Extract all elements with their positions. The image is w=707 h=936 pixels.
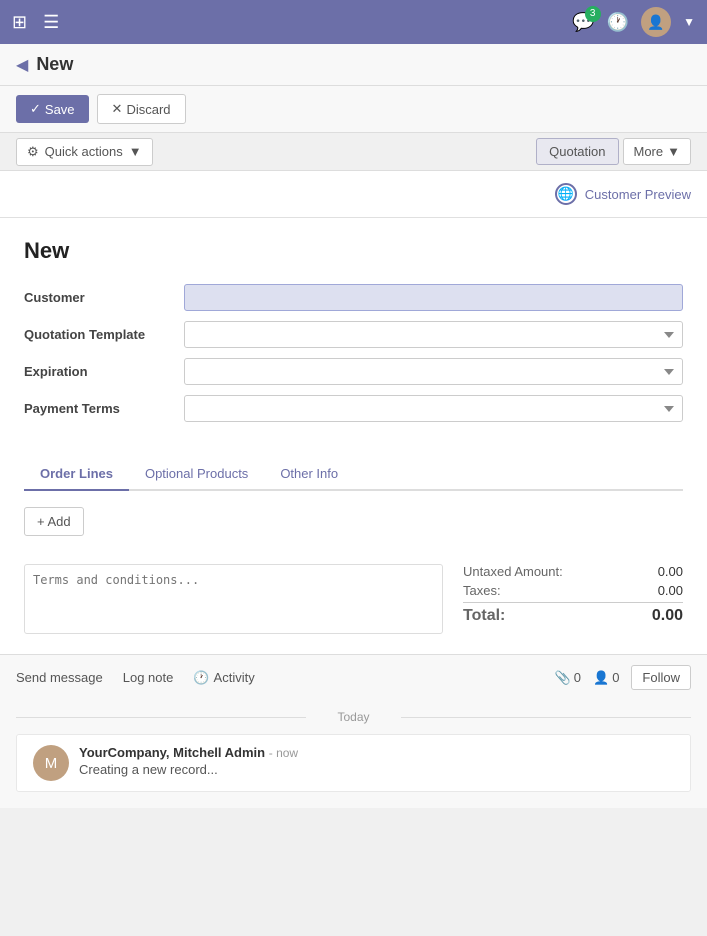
quick-actions-button[interactable]: ⚙ Quick actions ▼ (16, 138, 153, 166)
message-author: YourCompany, Mitchell Admin (79, 745, 265, 760)
globe-icon: 🌐 (555, 183, 577, 205)
customer-input[interactable] (184, 284, 683, 311)
discard-label: Discard (126, 102, 170, 117)
main-content: 🌐 Customer Preview New Customer Quotatio… (0, 171, 707, 654)
message-item: M YourCompany, Mitchell Admin - now Crea… (16, 734, 691, 792)
log-note-button[interactable]: Log note (123, 670, 174, 685)
expiration-select[interactable] (184, 358, 683, 385)
customer-preview-bar: 🌐 Customer Preview (0, 171, 707, 218)
payment-terms-row: Payment Terms (24, 395, 683, 422)
timeline-today: Today (16, 700, 691, 734)
save-button[interactable]: ✓ Save (16, 95, 89, 123)
taxes-value: 0.00 (633, 583, 683, 598)
quotation-status-button[interactable]: Quotation (536, 138, 618, 165)
statusbar-left: ⚙ Quick actions ▼ (16, 138, 153, 166)
send-message-label: Send message (16, 670, 103, 685)
payment-terms-label: Payment Terms (24, 401, 184, 416)
more-button[interactable]: More ▼ (623, 138, 692, 165)
paperclip-icon: 📎 (555, 670, 571, 686)
quick-actions-label: Quick actions (45, 144, 123, 159)
attachments-count: 📎 0 (555, 670, 581, 686)
tab-order-lines[interactable]: Order Lines (24, 458, 129, 491)
add-button[interactable]: + Add (24, 507, 84, 536)
notification-badge: 3 (585, 6, 601, 22)
discard-x-icon: ✕ (112, 101, 123, 117)
more-arrow-icon: ▼ (667, 144, 680, 159)
discard-button[interactable]: ✕ Discard (97, 94, 186, 124)
quotation-template-label: Quotation Template (24, 327, 184, 342)
expiration-label: Expiration (24, 364, 184, 379)
form-title: New (24, 238, 683, 264)
apps-icon[interactable]: ⊞ (12, 12, 27, 33)
total-label: Total: (463, 607, 505, 625)
activity-clock-icon: 🕐 (193, 670, 209, 686)
tab-other-info[interactable]: Other Info (264, 458, 354, 491)
total-value: 0.00 (633, 607, 683, 625)
quick-actions-arrow: ▼ (129, 144, 142, 159)
followers-count: 👤 0 (593, 670, 619, 686)
statusbar-right: Quotation More ▼ (536, 138, 691, 165)
gear-icon: ⚙ (27, 144, 39, 160)
activity-label: Activity (214, 670, 255, 685)
taxes-label: Taxes: (463, 583, 501, 598)
customer-preview-button[interactable]: 🌐 Customer Preview (555, 183, 691, 205)
statusbar: ⚙ Quick actions ▼ Quotation More ▼ (0, 133, 707, 171)
clock-icon[interactable]: 🕐 (607, 12, 629, 33)
chatter-bar: Send message Log note 🕐 Activity 📎 0 👤 0… (0, 654, 707, 700)
actionbar: ✓ Save ✕ Discard (0, 86, 707, 133)
quotation-template-row: Quotation Template (24, 321, 683, 348)
payment-terms-select[interactable] (184, 395, 683, 422)
taxes-row: Taxes: 0.00 (463, 583, 683, 598)
message-text: Creating a new record... (79, 762, 674, 777)
customer-row: Customer (24, 284, 683, 311)
notification-bell[interactable]: 💬 3 (572, 12, 594, 33)
back-icon[interactable]: ◀ (16, 55, 28, 75)
menu-icon[interactable]: ☰ (43, 12, 59, 33)
message-body: YourCompany, Mitchell Admin - now Creati… (79, 745, 674, 781)
untaxed-amount-row: Untaxed Amount: 0.00 (463, 564, 683, 579)
titlebar: ◀ New (0, 44, 707, 86)
tab-optional-products[interactable]: Optional Products (129, 458, 264, 491)
total-row: Total: 0.00 (463, 602, 683, 625)
quotation-template-select[interactable] (184, 321, 683, 348)
avatar[interactable]: 👤 (641, 7, 671, 37)
avatar-dropdown[interactable]: ▼ (683, 15, 695, 29)
untaxed-label: Untaxed Amount: (463, 564, 563, 579)
form-section: New Customer Quotation Template Expirati… (0, 218, 707, 442)
tab-content-order-lines: + Add (0, 491, 707, 552)
tabs-bar: Order Lines Optional Products Other Info (24, 458, 683, 491)
totals-section: Untaxed Amount: 0.00 Taxes: 0.00 Total: … (463, 564, 683, 634)
bottom-section: Untaxed Amount: 0.00 Taxes: 0.00 Total: … (0, 552, 707, 654)
activity-button[interactable]: 🕐 Activity (193, 670, 254, 686)
send-message-button[interactable]: Send message (16, 670, 103, 685)
person-icon: 👤 (593, 670, 609, 686)
topbar: ⊞ ☰ 💬 3 🕐 👤 ▼ (0, 0, 707, 44)
message-avatar: M (33, 745, 69, 781)
customer-preview-label: Customer Preview (585, 187, 691, 202)
message-time: - now (269, 746, 298, 760)
message-header: YourCompany, Mitchell Admin - now (79, 745, 674, 760)
more-label: More (634, 144, 664, 159)
topbar-left: ⊞ ☰ (12, 12, 59, 33)
customer-label: Customer (24, 290, 184, 305)
chatter-right: 📎 0 👤 0 Follow (555, 665, 691, 690)
terms-textarea[interactable] (24, 564, 443, 634)
log-note-label: Log note (123, 670, 174, 685)
page-title: New (36, 54, 73, 75)
untaxed-value: 0.00 (633, 564, 683, 579)
topbar-right: 💬 3 🕐 👤 ▼ (572, 7, 695, 37)
save-check-icon: ✓ (30, 101, 41, 117)
save-label: Save (45, 102, 75, 117)
expiration-row: Expiration (24, 358, 683, 385)
follow-button[interactable]: Follow (631, 665, 691, 690)
